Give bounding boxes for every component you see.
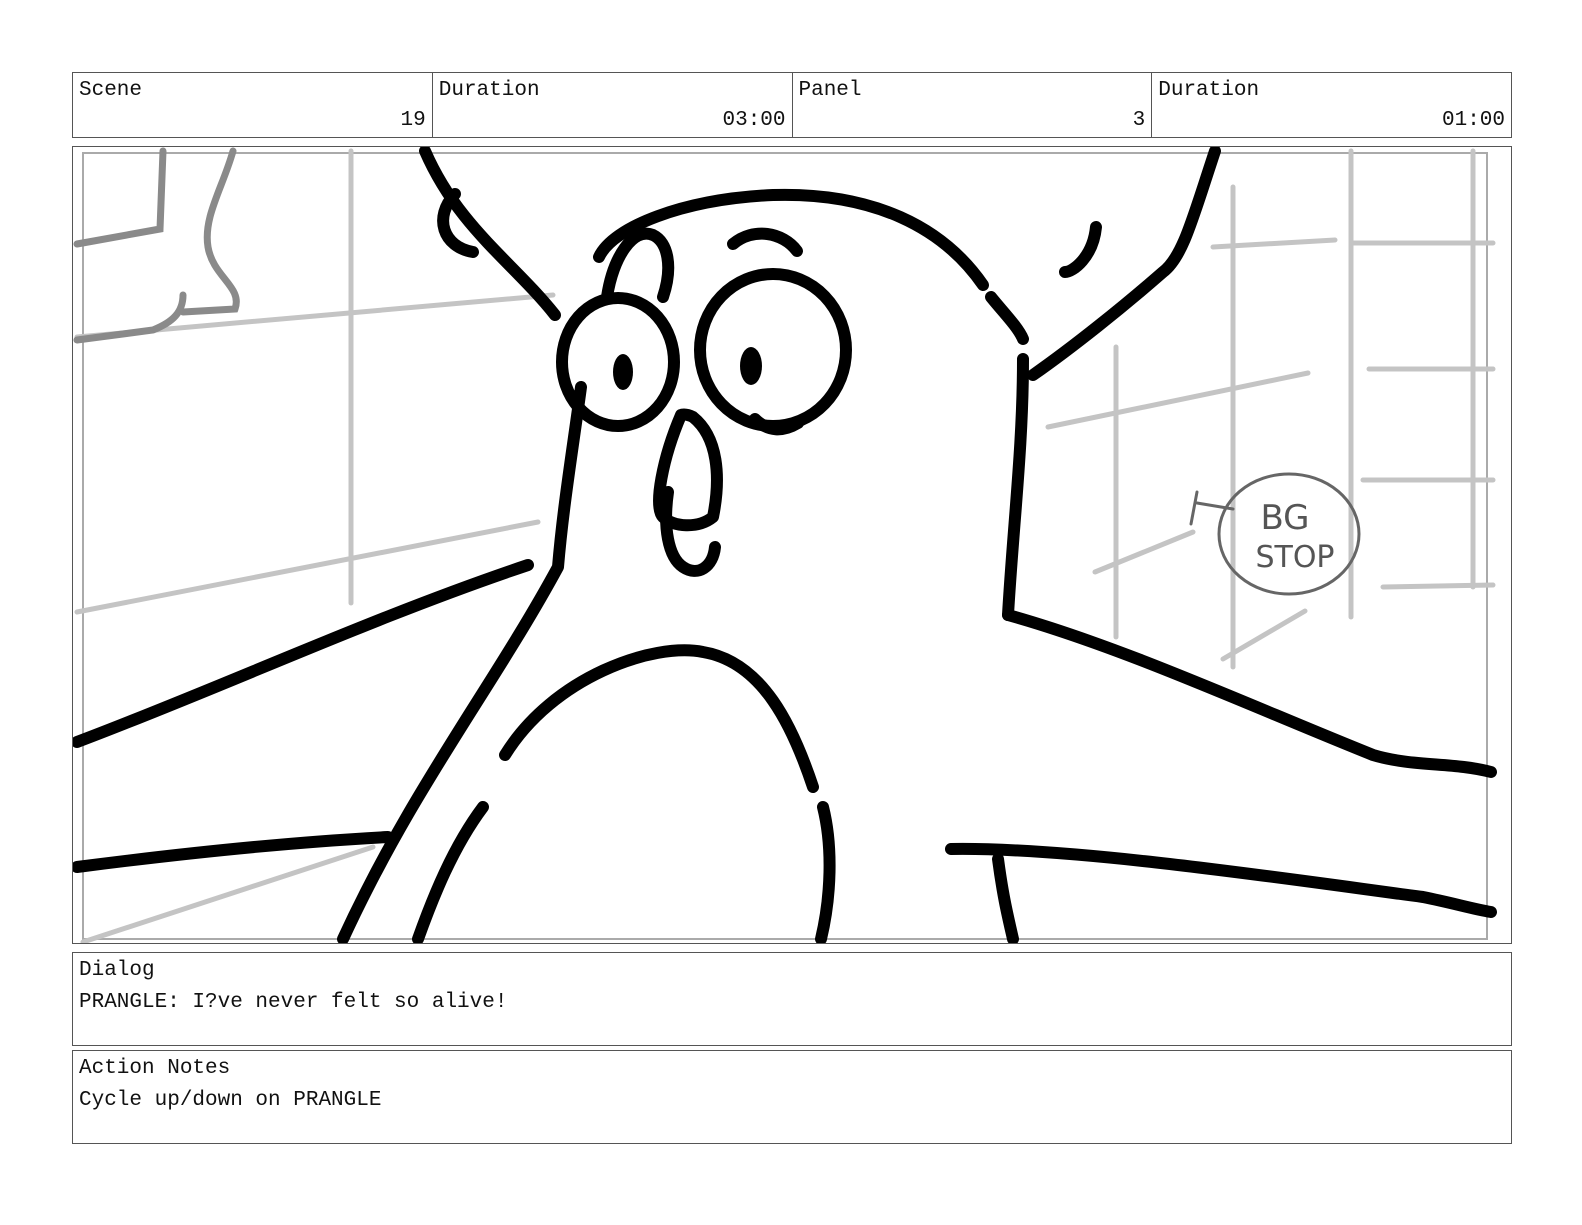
- action-notes-text: Cycle up/down on PRANGLE: [79, 1089, 382, 1112]
- scene-duration-cell: Duration 03:00: [433, 73, 793, 137]
- character-pupils: [613, 347, 762, 390]
- bg-stop-line2: STOP: [1255, 540, 1334, 575]
- panel-duration-cell: Duration 01:00: [1152, 73, 1511, 137]
- bg-stop-note: BG STOP: [1189, 472, 1361, 596]
- dialog-label: Dialog: [79, 959, 155, 982]
- foot-sketch: [73, 147, 240, 344]
- storyboard-header: Scene 19 Duration 03:00 Panel 3 Duration…: [72, 72, 1512, 138]
- bg-stop-line1: BG: [1260, 498, 1309, 538]
- action-notes-label: Action Notes: [79, 1057, 231, 1080]
- panel-number: 3: [1132, 109, 1146, 132]
- dialog-box: Dialog PRANGLE: I?ve never felt so alive…: [72, 952, 1512, 1046]
- panel-duration-value: 01:00: [1441, 109, 1505, 132]
- scene-duration-value: 03:00: [722, 109, 786, 132]
- storyboard-sketch: BG STOP: [73, 147, 1497, 943]
- scene-number: 19: [400, 109, 426, 132]
- panel-duration-label: Duration: [1158, 79, 1260, 102]
- scene-cell: Scene 19: [73, 73, 433, 137]
- scene-duration-label: Duration: [438, 79, 540, 102]
- scene-label: Scene: [79, 79, 143, 102]
- storyboard-panel-frame: BG STOP: [72, 146, 1512, 944]
- dialog-text: PRANGLE: I?ve never felt so alive!: [79, 991, 508, 1014]
- action-notes-box: Action Notes Cycle up/down on PRANGLE: [72, 1050, 1512, 1144]
- panel-label: Panel: [798, 79, 862, 102]
- panel-cell: Panel 3: [793, 73, 1153, 137]
